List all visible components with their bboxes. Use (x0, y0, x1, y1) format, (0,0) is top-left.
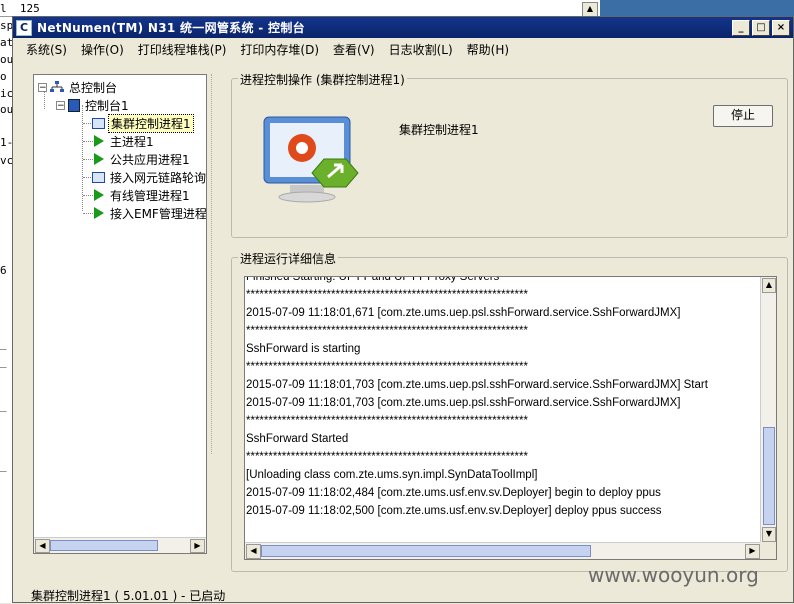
scroll-down-icon[interactable]: ▼ (762, 527, 776, 542)
process-monitor-icon (262, 115, 362, 214)
stop-button[interactable]: 停止 (713, 105, 773, 127)
log-horizontal-thumb[interactable] (261, 545, 591, 557)
menu-log-collect[interactable]: 日志收割(L) (382, 41, 460, 58)
play-icon (94, 207, 104, 219)
tree-item[interactable]: 接入网元链路轮询 (92, 168, 207, 186)
details-group: 进程运行详细信息 Finished Starting: UPTT and UPT… (231, 250, 788, 572)
log-line: [Unloading class com.zte.ums.syn.impl.Sy… (246, 469, 538, 481)
process-control-group: 进程控制操作 (集群控制进程1) 集群控制进程1 停止 (231, 71, 788, 238)
log-line: ****************************************… (246, 361, 528, 373)
log-line: ****************************************… (246, 415, 528, 427)
tree-item[interactable]: 接入EMF管理进程 (92, 204, 207, 222)
collapse-icon[interactable]: − (56, 100, 65, 110)
close-button[interactable]: × (772, 19, 790, 36)
collapse-icon[interactable]: − (38, 82, 47, 92)
tree-scroll-thumb[interactable] (50, 540, 158, 551)
log-line: 2015-07-09 11:18:02,484 [com.zte.ums.usf… (246, 487, 661, 499)
tree-item-label: 有线管理进程1 (110, 188, 190, 203)
log-line: Finished Starting: UPTT and UPTT Proxy S… (246, 276, 500, 283)
log-line: ****************************************… (246, 451, 528, 463)
log-line: 2015-07-09 11:18:01,703 [com.zte.ums.uep… (246, 379, 708, 391)
title-bar[interactable]: C NetNumen(TM) N31 统一网管系统 - 控制台 _ □ × (13, 17, 793, 38)
log-line: 2015-07-09 11:18:01,703 [com.zte.ums.uep… (246, 397, 681, 409)
scroll-left-icon[interactable]: ◀ (35, 539, 50, 553)
menu-bar: 系统(S) 操作(O) 打印线程堆栈(P) 打印内存堆(D) 查看(V) 日志收… (13, 38, 793, 60)
desktop-background (600, 0, 794, 16)
log-line: 2015-07-09 11:18:01,671 [com.zte.ums.uep… (246, 307, 681, 319)
status-bar: 集群控制进程1 ( 5.01.01 ) - 已启动 (31, 589, 226, 603)
log-line: ****************************************… (246, 325, 528, 337)
terminal-line: _ (0, 459, 7, 472)
menu-operation[interactable]: 操作(O) (74, 41, 131, 58)
monitor-icon (92, 117, 105, 129)
terminal-line: _ (0, 337, 7, 350)
terminal-line: _ (0, 399, 7, 412)
tree-item-label: 主进程1 (110, 134, 154, 149)
log-line: 2015-07-09 11:18:02,500 [com.zte.ums.usf… (246, 505, 662, 517)
tree-item-label: 公共应用进程1 (110, 152, 190, 167)
tree-item[interactable]: 有线管理进程1 (92, 186, 192, 204)
window-title: NetNumen(TM) N31 统一网管系统 - 控制台 (37, 21, 305, 35)
terminal-line: l 125 (0, 2, 40, 15)
log-output[interactable]: Finished Starting: UPTT and UPTT Proxy S… (244, 276, 777, 560)
log-horizontal-scrollbar[interactable]: ◀ ▶ (245, 542, 761, 559)
scroll-up-icon[interactable]: ▲ (762, 278, 776, 293)
minimize-button[interactable]: _ (732, 19, 750, 36)
background-terminal-bar (0, 0, 600, 17)
details-title: 进程运行详细信息 (238, 250, 339, 267)
menu-print-heap[interactable]: 打印内存堆(D) (233, 41, 326, 58)
scroll-left-icon[interactable]: ◀ (246, 544, 261, 559)
scrollbar-corner (760, 542, 776, 559)
log-vertical-thumb[interactable] (763, 427, 775, 525)
console-window: C NetNumen(TM) N31 统一网管系统 - 控制台 _ □ × 系统… (12, 16, 794, 603)
menu-help[interactable]: 帮助(H) (460, 41, 516, 58)
play-icon (94, 153, 104, 165)
terminal-line: _ (0, 355, 7, 368)
tree-root[interactable]: − 总控制台 (38, 78, 119, 96)
terminal-line: 6 (0, 264, 7, 277)
tree-item-label: 接入网元链路轮询 (110, 170, 207, 185)
terminal-line: o (0, 70, 7, 83)
process-control-title: 进程控制操作 (集群控制进程1) (238, 71, 407, 88)
tree-item-label: 接入EMF管理进程 (110, 206, 207, 221)
menu-print-thread-stack[interactable]: 打印线程堆栈(P) (131, 41, 234, 58)
log-vertical-scrollbar[interactable]: ▲ ▼ (760, 277, 776, 543)
play-icon (94, 189, 104, 201)
monitor-icon (92, 171, 105, 183)
watermark: www.wooyun.org (588, 563, 759, 587)
tree-console[interactable]: − 控制台1 (56, 96, 131, 114)
background-scroll-arrow[interactable]: ▲ (582, 2, 598, 17)
tree-root-label: 总控制台 (69, 80, 118, 95)
tree-console-label: 控制台1 (85, 98, 129, 113)
navigation-tree: − 总控制台 − 控制台1 集群控制进程1 主进程1 公共应用进程1 接入网元链路轮询… (33, 74, 207, 554)
menu-system[interactable]: 系统(S) (19, 41, 74, 58)
process-name-label: 集群控制进程1 (399, 123, 479, 137)
tree-item[interactable]: 公共应用进程1 (92, 150, 192, 168)
log-line: SshForward is starting (246, 343, 361, 355)
scroll-right-icon[interactable]: ▶ (190, 539, 205, 553)
network-icon (50, 81, 64, 93)
tree-item[interactable]: 集群控制进程1 (92, 113, 194, 133)
play-icon (94, 135, 104, 147)
scroll-right-icon[interactable]: ▶ (745, 544, 760, 559)
console-icon (68, 98, 80, 112)
maximize-button[interactable]: □ (752, 19, 770, 36)
tree-horizontal-scrollbar[interactable]: ◀ ▶ (34, 537, 206, 553)
log-line: SshForward Started (246, 433, 349, 445)
tree-item-label: 集群控制进程1 (108, 113, 194, 133)
panel-splitter[interactable] (211, 74, 216, 454)
menu-view[interactable]: 查看(V) (326, 41, 382, 58)
app-icon: C (16, 19, 32, 36)
log-line: ****************************************… (246, 289, 528, 301)
tree-item[interactable]: 主进程1 (92, 132, 156, 150)
